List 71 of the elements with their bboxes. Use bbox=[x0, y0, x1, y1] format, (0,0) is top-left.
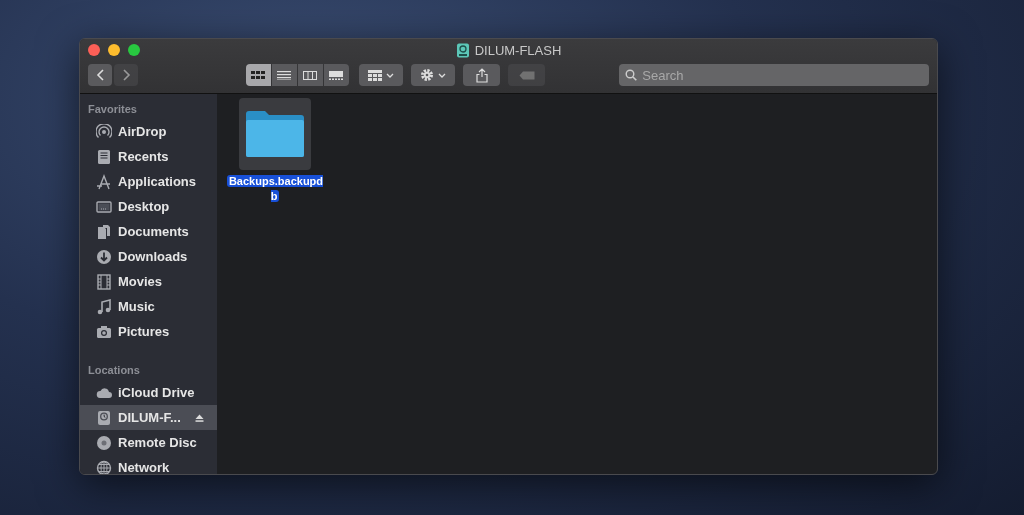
chevron-icon bbox=[94, 68, 106, 82]
sidebar-label: Applications bbox=[118, 174, 196, 189]
columns-icon bbox=[303, 70, 318, 80]
sidebar-label: iCloud Drive bbox=[118, 385, 195, 400]
caret-icon bbox=[438, 72, 446, 78]
sidebar-item[interactable]: Desktop bbox=[80, 194, 217, 219]
sidebar-label: Documents bbox=[118, 224, 189, 239]
minimize-button[interactable] bbox=[108, 44, 120, 56]
list-icon bbox=[277, 70, 292, 80]
chevron-icon bbox=[120, 68, 132, 82]
sidebar-label: Remote Disc bbox=[118, 435, 197, 450]
sidebar-label: Desktop bbox=[118, 199, 170, 214]
downloads-icon bbox=[96, 248, 112, 265]
view-mode-button[interactable] bbox=[297, 64, 323, 86]
film-icon bbox=[96, 273, 112, 290]
sidebar-label: Recents bbox=[118, 149, 169, 164]
close-button[interactable] bbox=[88, 44, 100, 56]
applications-icon bbox=[96, 173, 112, 190]
sidebar-item[interactable]: Recents bbox=[80, 144, 217, 169]
sidebar-label: Downloads bbox=[118, 249, 188, 264]
back-button[interactable] bbox=[88, 64, 112, 86]
globe-icon bbox=[96, 459, 112, 474]
sidebar-item[interactable]: Music bbox=[80, 294, 217, 319]
caret-icon bbox=[385, 72, 394, 78]
sidebar-item[interactable]: iCloud Drive bbox=[80, 380, 217, 405]
drive-icon bbox=[455, 42, 470, 58]
tag-button[interactable] bbox=[508, 64, 546, 86]
section-header: Favorites bbox=[87, 102, 138, 117]
share-button[interactable] bbox=[463, 64, 501, 86]
sidebar-label: Movies bbox=[118, 274, 163, 289]
desktop-icon bbox=[96, 198, 112, 215]
sidebar-label: Music bbox=[118, 299, 155, 314]
search-icon bbox=[625, 69, 638, 81]
recents-icon bbox=[96, 148, 112, 165]
section-header: Locations bbox=[87, 363, 141, 378]
sidebar-item[interactable]: Applications bbox=[80, 169, 217, 194]
music-note-icon bbox=[96, 298, 112, 315]
view-mode-button[interactable] bbox=[271, 64, 297, 86]
sidebar-item[interactable]: Network bbox=[80, 455, 217, 474]
group-button[interactable] bbox=[358, 64, 403, 86]
sidebar-item[interactable]: AirDrop bbox=[80, 119, 217, 144]
view-mode-button[interactable] bbox=[323, 64, 349, 86]
gear-icon bbox=[420, 68, 434, 82]
share-icon bbox=[475, 67, 488, 83]
grid-icon bbox=[367, 69, 382, 81]
window-title: DILUM-FLASH bbox=[474, 42, 562, 58]
action-button[interactable] bbox=[410, 64, 456, 86]
gallery-icon bbox=[329, 70, 344, 80]
grid-icon bbox=[251, 70, 266, 80]
camera-icon bbox=[96, 323, 112, 340]
sidebar-item[interactable]: Remote Disc bbox=[80, 430, 217, 455]
sidebar-item[interactable]: Movies bbox=[80, 269, 217, 294]
sidebar-label: Pictures bbox=[118, 324, 170, 339]
drive-icon bbox=[96, 409, 112, 426]
sidebar-item[interactable]: Pictures bbox=[80, 319, 217, 344]
folder-icon bbox=[245, 110, 305, 158]
sidebar-label: AirDrop bbox=[118, 124, 167, 139]
sidebar-item[interactable]: Downloads bbox=[80, 244, 217, 269]
search-field[interactable]: Search bbox=[619, 64, 929, 86]
zoom-button[interactable] bbox=[128, 44, 140, 56]
tag-icon bbox=[518, 70, 535, 80]
sidebar-item[interactable]: DILUM-F... bbox=[80, 405, 217, 430]
disc-icon bbox=[96, 434, 112, 451]
documents-icon bbox=[96, 223, 112, 240]
eject-icon[interactable] bbox=[194, 413, 204, 422]
view-mode-button[interactable] bbox=[246, 64, 271, 86]
file-thumbnail[interactable] bbox=[239, 98, 311, 170]
sidebar-item[interactable]: Documents bbox=[80, 219, 217, 244]
sidebar-label: DILUM-F... bbox=[118, 410, 181, 425]
sidebar-label: Network bbox=[118, 460, 170, 474]
airdrop-icon bbox=[96, 123, 112, 140]
